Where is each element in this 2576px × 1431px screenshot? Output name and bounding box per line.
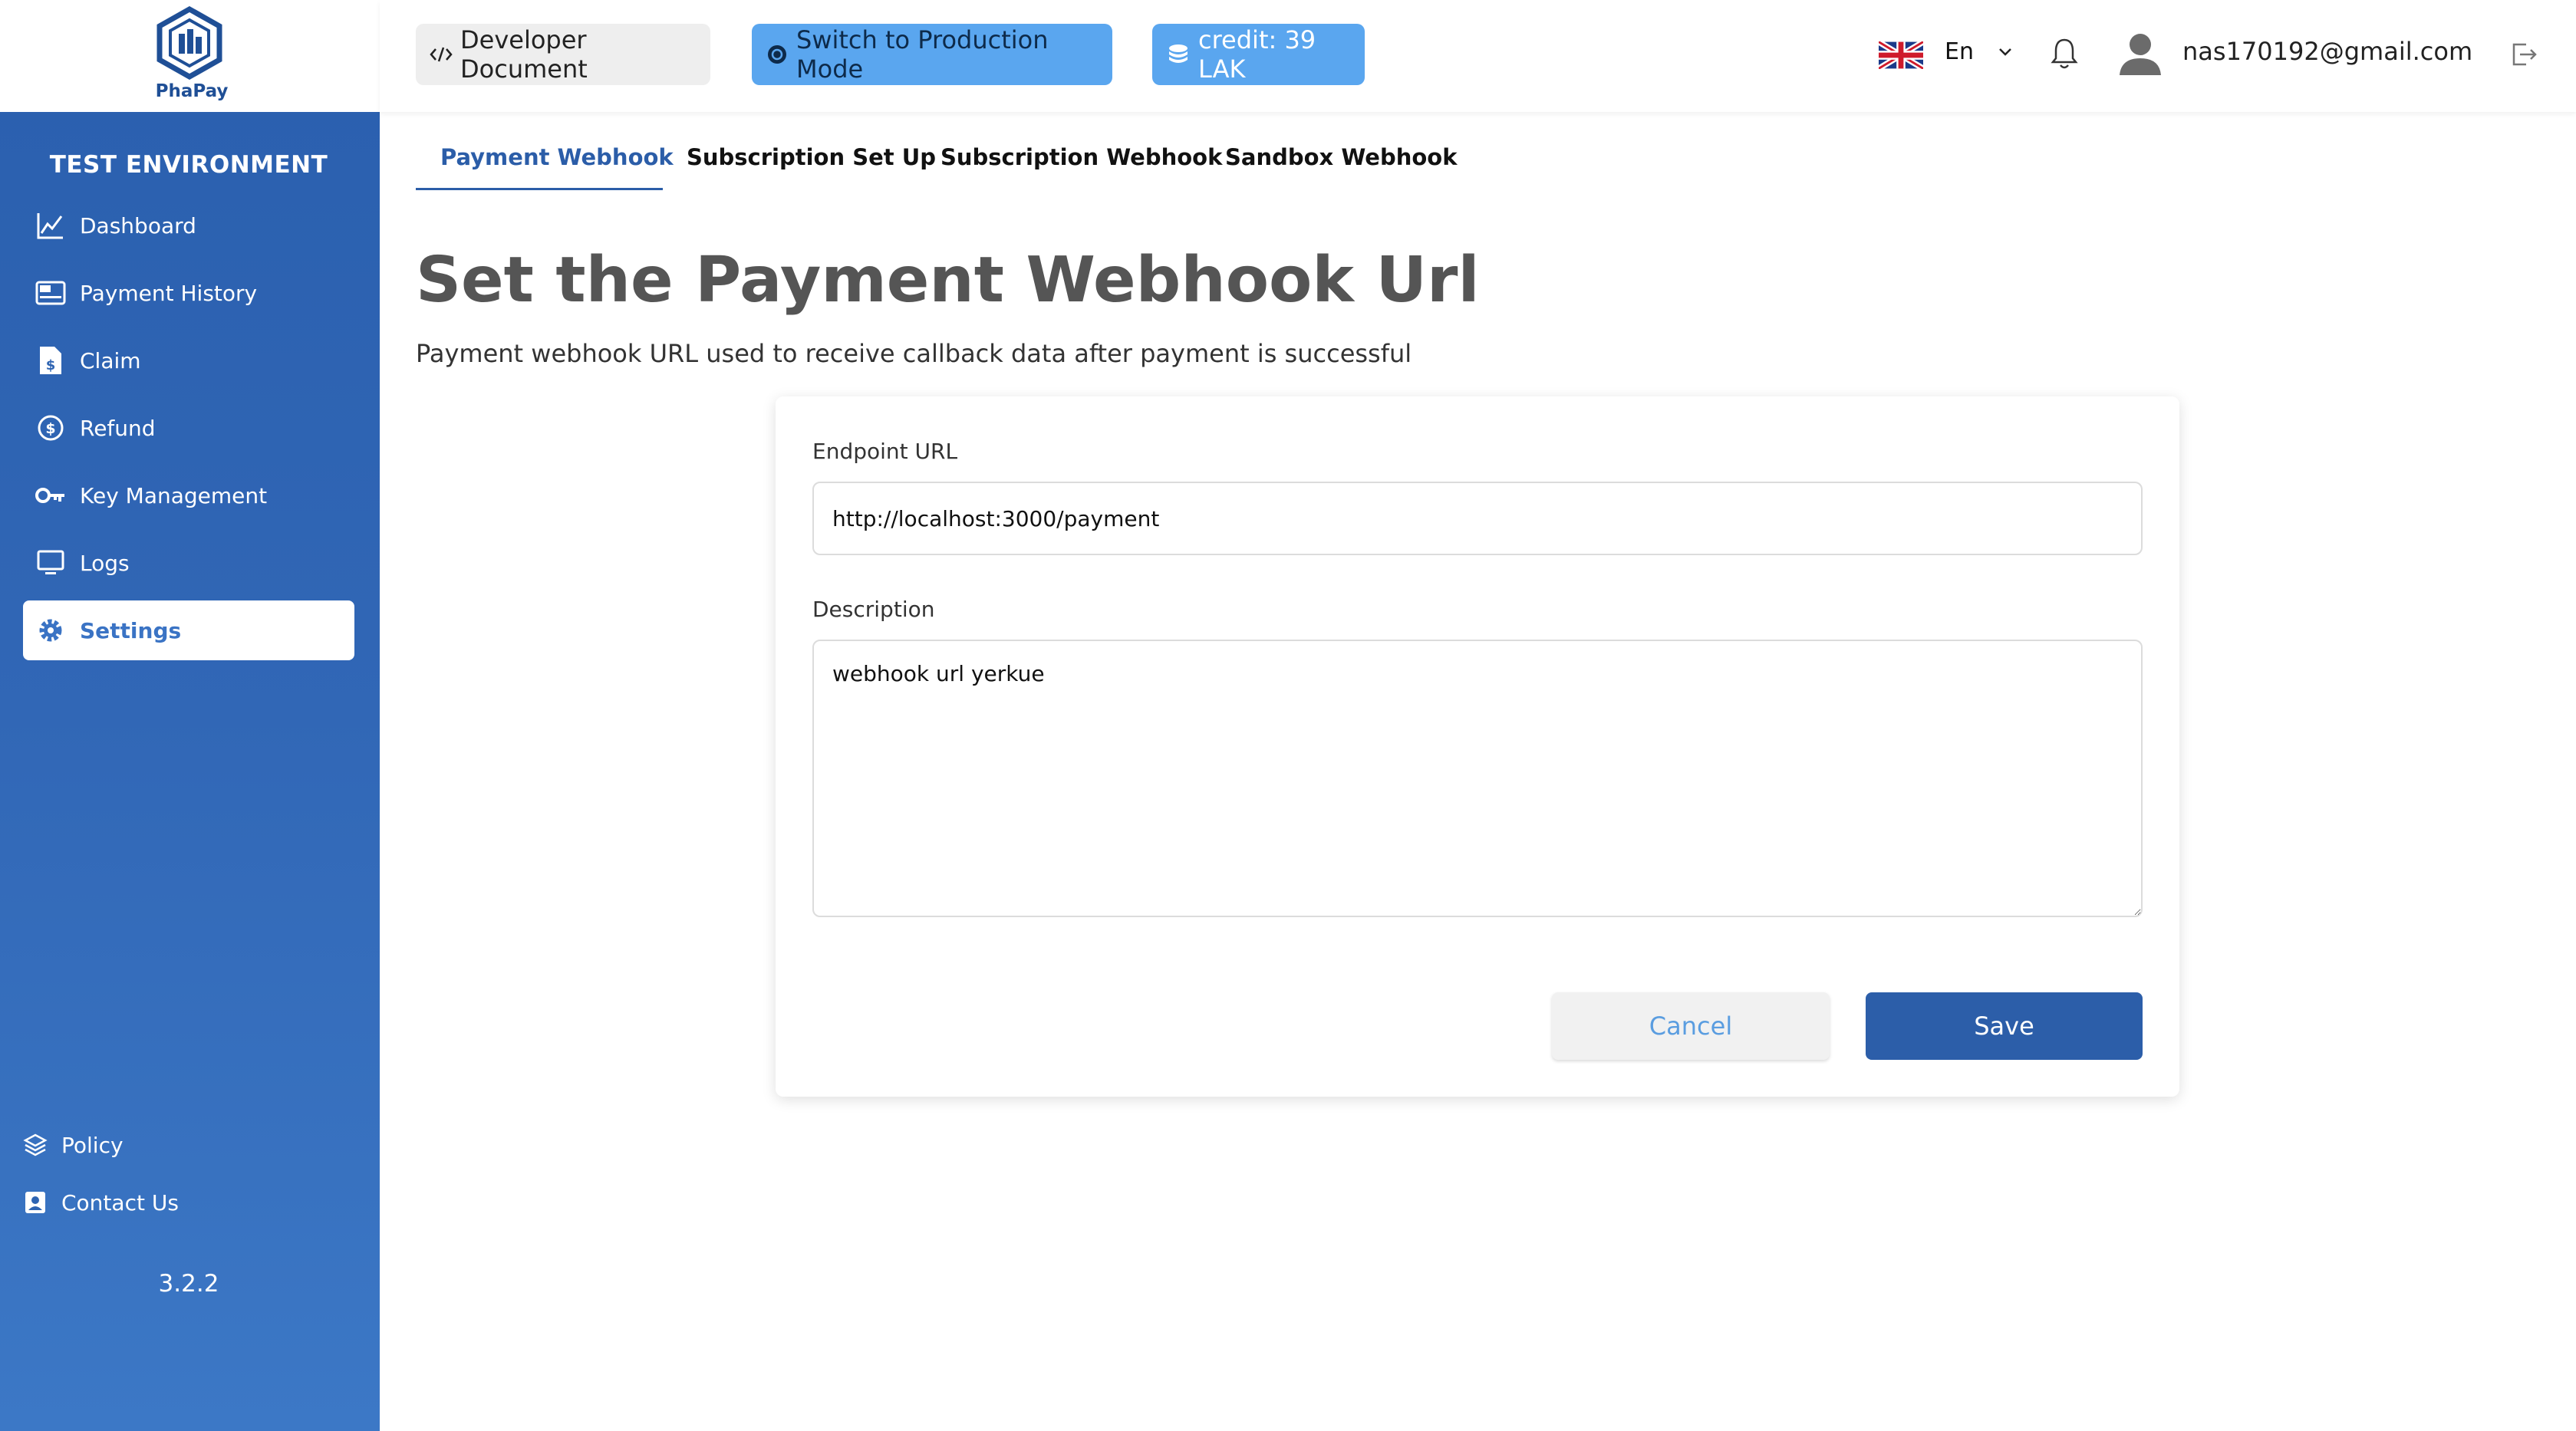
brand-name: PhaPay bbox=[155, 81, 229, 101]
sidebar-item-label: Claim bbox=[80, 347, 141, 373]
tab-subscription-webhook[interactable]: Subscription Webhook bbox=[940, 144, 1222, 189]
switch-mode-label: Switch to Production Mode bbox=[796, 25, 1049, 84]
page-subtitle: Payment webhook URL used to receive call… bbox=[416, 339, 1412, 368]
sidebar-item-label: Settings bbox=[80, 617, 182, 643]
sidebar-item-dashboard[interactable]: Dashboard bbox=[23, 196, 354, 255]
sidebar-item-payment-history[interactable]: Payment History bbox=[23, 263, 354, 323]
record-icon bbox=[766, 43, 789, 66]
sidebar: PhaPay TEST ENVIRONMENT Dashboard Paymen… bbox=[0, 0, 380, 1431]
svg-text:$: $ bbox=[45, 420, 55, 437]
contact-icon bbox=[21, 1189, 49, 1216]
layers-icon bbox=[21, 1131, 49, 1159]
sidebar-item-refund[interactable]: $ Refund bbox=[23, 398, 354, 458]
coins-icon bbox=[1166, 42, 1191, 67]
sidebar-item-policy[interactable]: Policy bbox=[21, 1126, 124, 1164]
chart-line-icon bbox=[34, 209, 68, 242]
top-bar: Developer Document Switch to Production … bbox=[380, 0, 2576, 112]
chevron-down-icon[interactable] bbox=[1997, 43, 2014, 60]
tab-subscription-set-up[interactable]: Subscription Set Up bbox=[687, 144, 936, 189]
sidebar-item-label: Logs bbox=[80, 550, 130, 576]
developer-document-label: Developer Document bbox=[460, 25, 588, 84]
sidebar-item-label: Policy bbox=[61, 1132, 124, 1158]
sidebar-item-logs[interactable]: Logs bbox=[23, 533, 354, 593]
sidebar-item-contact-us[interactable]: Contact Us bbox=[21, 1183, 179, 1222]
pay-card-icon bbox=[34, 276, 68, 310]
description-label: Description bbox=[812, 597, 935, 622]
phapay-logo-icon bbox=[156, 6, 222, 80]
webhook-form-card: Endpoint URL Description webhook url yer… bbox=[776, 396, 2179, 1097]
cancel-button[interactable]: Cancel bbox=[1552, 992, 1830, 1060]
user-avatar-icon[interactable] bbox=[2116, 31, 2164, 77]
sidebar-item-claim[interactable]: $ Claim bbox=[23, 331, 354, 390]
active-tab-indicator bbox=[416, 188, 663, 190]
monitor-icon bbox=[34, 546, 68, 580]
save-button[interactable]: Save bbox=[1866, 992, 2143, 1060]
switch-production-mode-button[interactable]: Switch to Production Mode bbox=[752, 24, 1112, 85]
endpoint-url-input[interactable] bbox=[812, 482, 2143, 555]
notification-bell-icon[interactable] bbox=[2049, 37, 2080, 71]
logout-icon[interactable] bbox=[2509, 40, 2538, 69]
language-selector[interactable]: En bbox=[1945, 38, 1974, 65]
code-icon bbox=[430, 45, 453, 64]
gear-icon bbox=[34, 614, 68, 647]
endpoint-url-label: Endpoint URL bbox=[812, 439, 958, 464]
user-email[interactable]: nas170192@gmail.com bbox=[2182, 37, 2472, 66]
credit-label: credit: 39 LAK bbox=[1198, 25, 1316, 84]
page-title: Set the Payment Webhook Url bbox=[416, 244, 1480, 317]
uk-flag-icon bbox=[1879, 41, 1923, 69]
credit-badge[interactable]: credit: 39 LAK bbox=[1152, 24, 1365, 85]
sidebar-item-label: Dashboard bbox=[80, 212, 196, 238]
sidebar-item-label: Contact Us bbox=[61, 1189, 179, 1216]
tab-sandbox-webhook[interactable]: Sandbox Webhook bbox=[1225, 144, 1458, 189]
sidebar-item-settings[interactable]: Settings bbox=[23, 600, 354, 660]
sidebar-item-key-management[interactable]: Key Management bbox=[23, 465, 354, 525]
developer-document-button[interactable]: Developer Document bbox=[416, 24, 710, 85]
description-textarea[interactable]: webhook url yerkue bbox=[812, 640, 2143, 917]
document-dollar-icon: $ bbox=[34, 344, 68, 377]
tab-payment-webhook[interactable]: Payment Webhook bbox=[440, 144, 674, 189]
logo-area: PhaPay bbox=[0, 0, 380, 112]
sidebar-item-label: Refund bbox=[80, 415, 156, 441]
sidebar-item-label: Payment History bbox=[80, 280, 258, 306]
sidebar-item-label: Key Management bbox=[80, 482, 268, 508]
environment-title: TEST ENVIRONMENT bbox=[49, 151, 328, 179]
key-icon bbox=[34, 479, 68, 512]
refund-coin-icon: $ bbox=[34, 411, 68, 445]
app-version: 3.2.2 bbox=[158, 1270, 219, 1298]
svg-text:$: $ bbox=[46, 357, 56, 373]
